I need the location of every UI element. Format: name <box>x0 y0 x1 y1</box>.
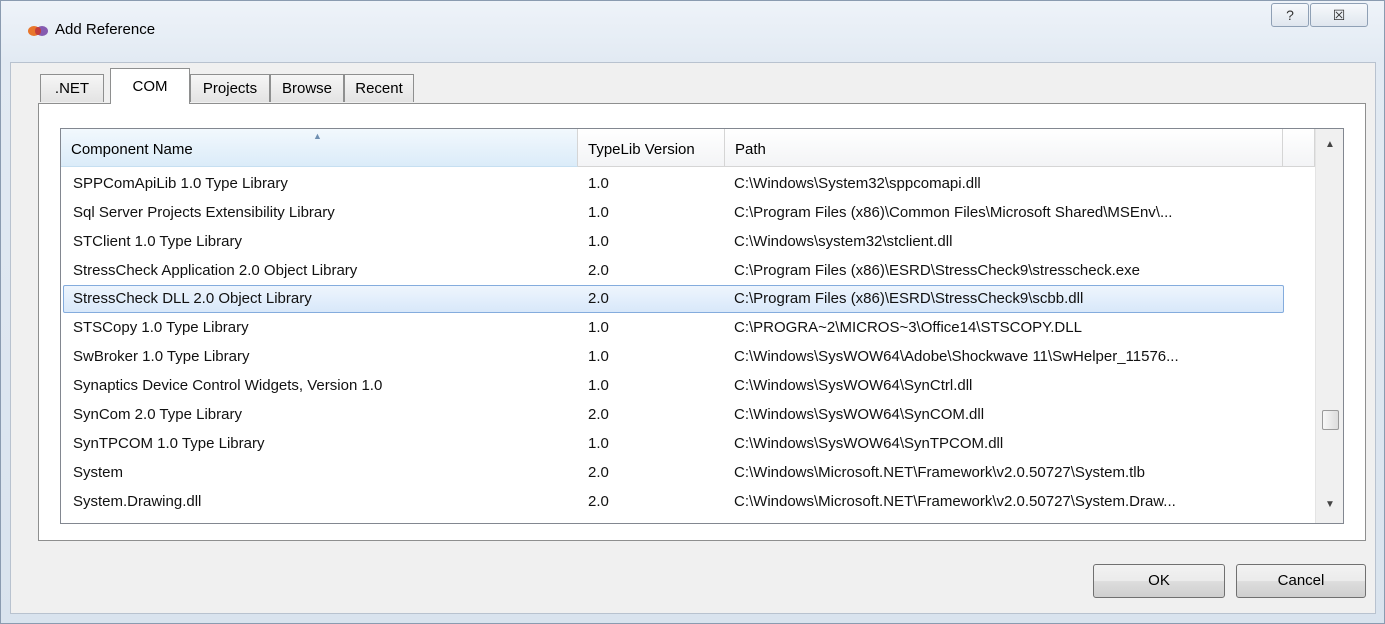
table-row[interactable]: SwBroker 1.0 Type Library 1.0 C:\Windows… <box>61 343 1285 371</box>
component-name-cell: SwBroker 1.0 Type Library <box>73 348 250 365</box>
cancel-button[interactable]: Cancel <box>1236 564 1366 598</box>
cancel-button-label: Cancel <box>1277 572 1325 589</box>
table-row[interactable]: STClient 1.0 Type Library 1.0 C:\Windows… <box>61 228 1285 256</box>
table-row[interactable]: StressCheck Application 2.0 Object Libra… <box>61 257 1285 285</box>
scroll-down-icon[interactable]: ▼ <box>1316 493 1343 517</box>
visual-studio-icon <box>28 26 48 36</box>
component-name-cell: Sql Server Projects Extensibility Librar… <box>73 204 335 221</box>
component-name-cell: STSCopy 1.0 Type Library <box>73 319 249 336</box>
table-row-selected[interactable]: StressCheck DLL 2.0 Object Library 2.0 C… <box>61 285 1285 313</box>
help-button[interactable]: ? <box>1271 3 1309 27</box>
typelib-version-cell: 2.0 <box>588 262 609 279</box>
component-name-cell: System.Drawing.dll <box>73 493 202 510</box>
window-title: Add Reference <box>55 21 156 38</box>
scrollbar-thumb[interactable] <box>1322 410 1339 430</box>
column-header-label: Path <box>735 141 766 158</box>
typelib-version-cell: 2.0 <box>588 493 609 510</box>
column-header-typelib-version[interactable]: TypeLib Version <box>578 129 725 167</box>
ok-button-label: OK <box>1148 572 1170 589</box>
table-row[interactable]: System.Drawing.dll 2.0 C:\Windows\Micros… <box>61 488 1285 516</box>
path-cell: C:\PROGRA~2\MICROS~3\Office14\STSCOPY.DL… <box>734 319 1082 336</box>
component-name-cell: StressCheck Application 2.0 Object Libra… <box>73 262 358 279</box>
scroll-up-icon[interactable]: ▲ <box>1316 133 1343 157</box>
typelib-version-cell: 1.0 <box>588 348 609 365</box>
tab-projects[interactable]: Projects <box>190 74 270 102</box>
vertical-scrollbar[interactable]: ▲ ▼ <box>1315 129 1343 523</box>
column-header-component-name[interactable]: ▲ Component Name <box>61 129 578 167</box>
column-header-filler <box>1283 129 1315 167</box>
path-cell: C:\Windows\SysWOW64\SynCtrl.dll <box>734 377 973 394</box>
tab-label: Projects <box>202 80 258 97</box>
table-row[interactable]: SynCom 2.0 Type Library 2.0 C:\Windows\S… <box>61 401 1285 429</box>
component-name-cell: Synaptics Device Control Widgets, Versio… <box>73 377 383 394</box>
path-cell: C:\Windows\SysWOW64\Adobe\Shockwave 11\S… <box>734 348 1179 365</box>
path-cell: C:\Program Files (x86)\ESRD\StressCheck9… <box>734 262 1140 279</box>
column-header-label: Component Name <box>71 141 193 158</box>
path-cell: C:\Windows\Microsoft.NET\Framework\v2.0.… <box>734 464 1145 481</box>
help-icon: ? <box>1286 7 1294 23</box>
tab-browse[interactable]: Browse <box>270 74 344 102</box>
component-name-cell: StressCheck DLL 2.0 Object Library <box>73 290 312 307</box>
path-cell: C:\Program Files (x86)\ESRD\StressCheck9… <box>734 290 1084 307</box>
typelib-version-cell: 1.0 <box>588 233 609 250</box>
sort-ascending-icon: ▲ <box>313 131 322 141</box>
path-cell: C:\Windows\System32\sppcomapi.dll <box>734 175 981 192</box>
title-bar[interactable]: Add Reference ? ☒ <box>1 1 1384 63</box>
path-cell: C:\Windows\system32\stclient.dll <box>734 233 953 250</box>
path-cell: C:\Windows\Microsoft.NET\Framework\v2.0.… <box>734 493 1176 510</box>
table-row[interactable]: SynTPCOM 1.0 Type Library 1.0 C:\Windows… <box>61 430 1285 458</box>
typelib-version-cell: 1.0 <box>588 377 609 394</box>
tab-label: .NET <box>54 80 90 97</box>
component-name-cell: STClient 1.0 Type Library <box>73 233 242 250</box>
typelib-version-cell: 2.0 <box>588 290 609 307</box>
typelib-version-cell: 1.0 <box>588 175 609 192</box>
table-row[interactable]: STSCopy 1.0 Type Library 1.0 C:\PROGRA~2… <box>61 314 1285 342</box>
ok-button[interactable]: OK <box>1093 564 1225 598</box>
tab-com[interactable]: COM <box>110 68 190 104</box>
path-cell: C:\Windows\SysWOW64\SynCOM.dll <box>734 406 985 423</box>
path-cell: C:\Program Files (x86)\Common Files\Micr… <box>734 204 1173 221</box>
component-name-cell: System <box>73 464 124 481</box>
tab-label: Recent <box>355 80 403 97</box>
tab-recent[interactable]: Recent <box>344 74 414 102</box>
component-list[interactable]: ▲ Component Name TypeLib Version Path SP… <box>60 128 1344 524</box>
table-row[interactable]: SPPComApiLib 1.0 Type Library 1.0 C:\Win… <box>61 170 1285 198</box>
typelib-version-cell: 1.0 <box>588 435 609 452</box>
table-row[interactable]: Synaptics Device Control Widgets, Versio… <box>61 372 1285 400</box>
close-icon: ☒ <box>1332 7 1346 23</box>
path-cell: C:\Windows\SysWOW64\SynTPCOM.dll <box>734 435 1004 452</box>
component-name-cell: SynCom 2.0 Type Library <box>73 406 242 423</box>
column-header-path[interactable]: Path <box>725 129 1283 167</box>
typelib-version-cell: 2.0 <box>588 406 609 423</box>
table-row[interactable]: System 2.0 C:\Windows\Microsoft.NET\Fram… <box>61 459 1285 487</box>
component-name-cell: SPPComApiLib 1.0 Type Library <box>73 175 288 192</box>
tab-net[interactable]: .NET <box>40 74 104 102</box>
close-button[interactable]: ☒ <box>1310 3 1368 27</box>
table-row[interactable]: Sql Server Projects Extensibility Librar… <box>61 199 1285 227</box>
tab-label: Browse <box>281 80 333 97</box>
tab-label: COM <box>132 78 168 95</box>
column-header-label: TypeLib Version <box>588 141 695 158</box>
typelib-version-cell: 1.0 <box>588 319 609 336</box>
typelib-version-cell: 1.0 <box>588 204 609 221</box>
typelib-version-cell: 2.0 <box>588 464 609 481</box>
component-name-cell: SynTPCOM 1.0 Type Library <box>73 435 265 452</box>
